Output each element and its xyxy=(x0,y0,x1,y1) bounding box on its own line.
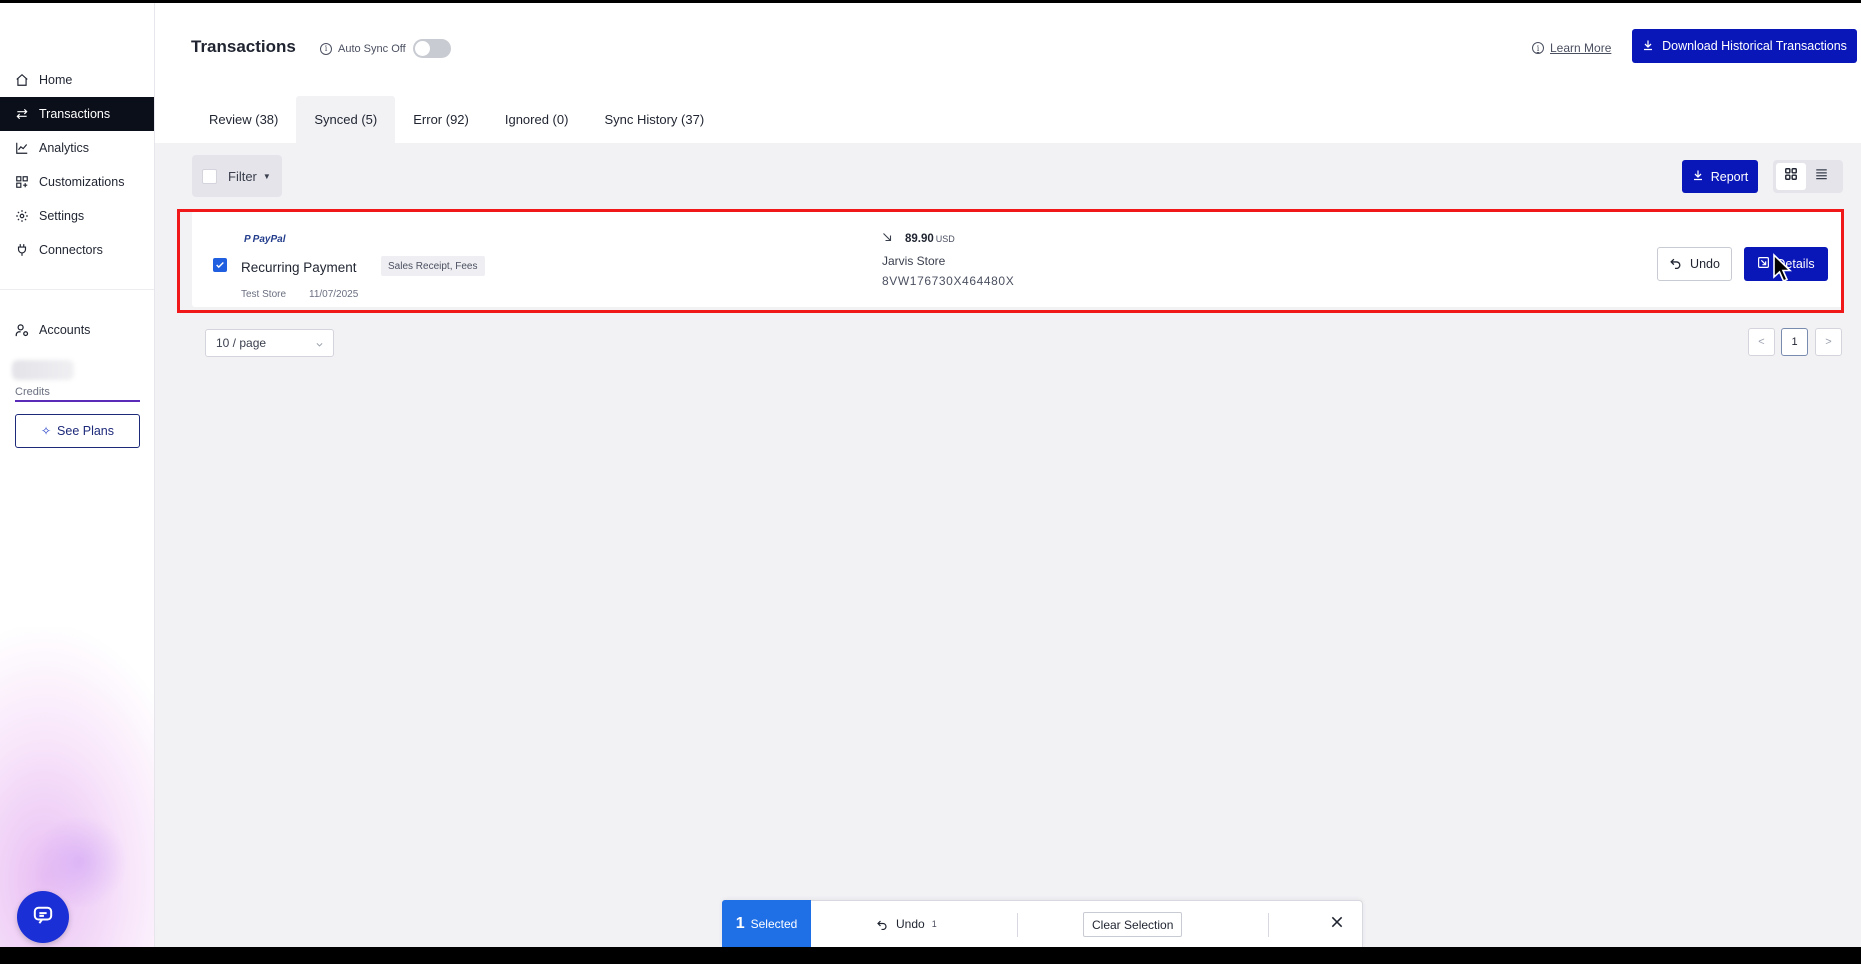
grid-plus-icon xyxy=(14,174,30,190)
chat-launcher-button[interactable] xyxy=(17,891,69,943)
status-tabs: Review (38) Synced (5) Error (92) Ignore… xyxy=(191,96,722,143)
users-gear-icon xyxy=(14,322,30,338)
chat-bubble-icon xyxy=(32,905,54,930)
sidebar: Home Transactions Analytics Customizatio… xyxy=(0,3,155,947)
bulk-undo-button[interactable]: Undo 1 xyxy=(876,917,937,931)
sidebar-accounts-section: Accounts xyxy=(0,313,154,347)
selection-action-bar: 1 Selected Undo 1 Clear Selection xyxy=(722,900,1363,947)
grid-icon xyxy=(1784,167,1798,186)
bulk-undo-label: Undo xyxy=(896,917,925,931)
sidebar-item-label: Connectors xyxy=(39,243,103,257)
credits-label: Credits xyxy=(15,386,50,398)
sidebar-item-customizations[interactable]: Customizations xyxy=(0,165,154,199)
sidebar-item-settings[interactable]: Settings xyxy=(0,199,154,233)
sidebar-item-label: Accounts xyxy=(39,323,91,337)
sidebar-item-label: Home xyxy=(39,73,73,87)
toggle-knob xyxy=(414,41,430,56)
sparkle-icon: ✧ xyxy=(40,424,52,438)
sidebar-item-analytics[interactable]: Analytics xyxy=(0,131,154,165)
page-header: Transactions i Auto Sync Off i Learn Mor… xyxy=(155,3,1861,143)
selected-label: Selected xyxy=(750,917,798,931)
info-icon: i xyxy=(320,42,332,55)
sidebar-item-accounts[interactable]: Accounts xyxy=(0,313,154,347)
plug-icon xyxy=(14,242,30,258)
page-size-select[interactable]: 10 / page xyxy=(205,329,334,357)
page-title: Transactions xyxy=(191,37,296,56)
learn-more-label: Learn More xyxy=(1550,41,1612,55)
credits-progress-bar xyxy=(15,400,140,402)
tab-sync-history[interactable]: Sync History (37) xyxy=(586,96,722,143)
filter-dropdown[interactable]: Filter ▼ xyxy=(192,155,282,197)
divider xyxy=(1268,913,1269,937)
tab-ignored[interactable]: Ignored (0) xyxy=(487,96,587,143)
page-number-current[interactable]: 1 xyxy=(1781,328,1808,356)
clear-selection-button[interactable]: Clear Selection xyxy=(1083,912,1183,937)
sidebar-divider xyxy=(0,289,154,290)
next-page-button[interactable]: > xyxy=(1815,328,1842,356)
tab-review[interactable]: Review (38) xyxy=(191,96,296,143)
auto-sync-control: i Auto Sync Off xyxy=(320,39,451,58)
learn-more-link[interactable]: i Learn More xyxy=(1532,41,1611,55)
caret-down-icon: ▼ xyxy=(262,171,271,181)
download-historical-label: Download Historical Transactions xyxy=(1662,39,1847,53)
line-chart-icon xyxy=(14,140,30,156)
sidebar-item-home[interactable]: Home xyxy=(0,63,154,97)
selected-count: 1 xyxy=(735,915,745,932)
sidebar-item-transactions[interactable]: Transactions xyxy=(0,97,154,131)
selection-highlight-box xyxy=(177,209,1844,313)
close-selection-bar-button[interactable] xyxy=(1328,915,1346,933)
page-size-value: 10 / page xyxy=(216,336,267,350)
grid-view-button[interactable] xyxy=(1776,163,1806,190)
list-icon xyxy=(1814,167,1829,186)
sidebar-nav: Home Transactions Analytics Customizatio… xyxy=(0,63,154,267)
undo-arrow-icon xyxy=(876,919,888,930)
swap-arrows-icon xyxy=(14,106,30,122)
selected-count-badge: 1 Selected xyxy=(722,900,811,947)
list-view-button[interactable] xyxy=(1806,163,1836,190)
sidebar-item-label: Analytics xyxy=(39,141,90,155)
report-label: Report xyxy=(1710,169,1749,184)
download-icon xyxy=(1692,169,1704,184)
select-all-checkbox[interactable] xyxy=(202,168,217,184)
tab-error[interactable]: Error (92) xyxy=(395,96,487,143)
prev-page-button[interactable]: < xyxy=(1748,328,1775,356)
sidebar-item-connectors[interactable]: Connectors xyxy=(0,233,154,267)
view-mode-toggle xyxy=(1773,160,1843,193)
report-button[interactable]: Report xyxy=(1682,160,1758,193)
download-icon xyxy=(1642,39,1654,54)
sidebar-item-label: Transactions xyxy=(39,107,111,121)
download-historical-button[interactable]: Download Historical Transactions xyxy=(1632,29,1857,63)
info-icon: i xyxy=(1532,42,1544,54)
see-plans-button[interactable]: ✧ See Plans xyxy=(15,414,140,448)
auto-sync-toggle[interactable] xyxy=(412,39,451,58)
credits-value-blurred xyxy=(12,360,74,380)
tab-synced[interactable]: Synced (5) xyxy=(296,96,396,143)
filter-label: Filter xyxy=(228,168,257,184)
sidebar-item-label: Customizations xyxy=(39,175,125,189)
close-icon xyxy=(1330,915,1344,934)
chevron-down-icon xyxy=(315,338,324,352)
auto-sync-label: Auto Sync Off xyxy=(338,42,406,55)
gear-icon xyxy=(14,208,30,224)
sidebar-item-label: Settings xyxy=(39,209,85,223)
app-frame: Home Transactions Analytics Customizatio… xyxy=(0,3,1861,947)
see-plans-label: See Plans xyxy=(57,424,115,438)
bulk-undo-count: 1 xyxy=(931,919,937,929)
home-icon xyxy=(14,72,30,88)
divider xyxy=(1017,913,1018,937)
